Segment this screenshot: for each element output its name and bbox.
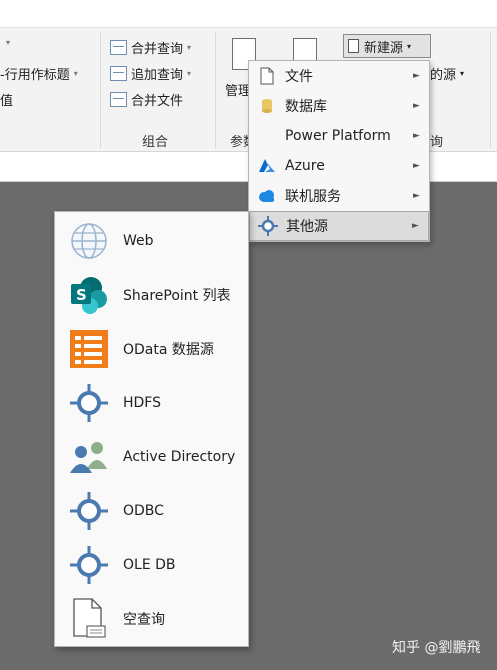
other-sources-menu: Web S SharePoint 列表 OData 数据源 HDFS Activ…	[54, 211, 249, 647]
azure-icon	[249, 151, 285, 181]
chevron-right-icon: ►	[413, 101, 420, 111]
menu-item-database[interactable]: 数据库 ►	[249, 91, 429, 121]
menu-item-label: ODBC	[123, 503, 164, 519]
append-queries-icon	[110, 66, 127, 81]
data-source-settings-icon	[293, 38, 317, 62]
menu-item-label: HDFS	[123, 395, 162, 411]
new-source-menu: 文件 ► 数据库 ► Power Platform ► Azure ► 联机服务…	[248, 60, 430, 242]
menu-item-hdfs[interactable]: HDFS	[55, 376, 248, 430]
menu-item-sharepoint[interactable]: S SharePoint 列表	[55, 268, 248, 322]
menu-item-power-platform[interactable]: Power Platform ►	[249, 121, 429, 151]
menu-item-label: 联机服务	[285, 189, 341, 205]
active-directory-icon	[55, 430, 123, 484]
chevron-right-icon: ►	[413, 71, 420, 81]
chevron-down-icon: ▾	[187, 69, 192, 78]
chevron-right-icon: ►	[413, 161, 420, 171]
menu-item-label: 其他源	[286, 219, 328, 235]
menu-item-web[interactable]: Web	[55, 214, 248, 268]
recent-sources-label: 的源	[430, 68, 457, 83]
combine-group-label: 组合	[142, 135, 169, 150]
menu-item-label: 文件	[285, 69, 313, 85]
menu-item-label: Active Directory	[123, 449, 236, 465]
chevron-down-icon: ▾	[187, 43, 192, 52]
power-platform-icon	[249, 121, 285, 151]
blank-query-icon	[55, 592, 123, 646]
database-icon	[249, 91, 285, 121]
cloud-icon	[249, 181, 285, 211]
ribbon-tab-strip	[0, 0, 497, 28]
menu-item-label: Power Platform	[285, 128, 391, 144]
chevron-right-icon: ►	[413, 191, 420, 201]
sharepoint-icon: S	[55, 268, 123, 322]
oledb-icon	[55, 538, 123, 592]
merge-queries-icon	[110, 40, 127, 55]
menu-item-online-services[interactable]: 联机服务 ►	[249, 181, 429, 211]
replace-values-button[interactable]: 值	[0, 90, 13, 109]
menu-item-label: 数据库	[285, 99, 327, 115]
combine-files-label: 合并文件	[131, 94, 184, 109]
group-separator	[490, 32, 491, 148]
replace-values-label: 值	[0, 94, 14, 109]
chevron-down-icon: ▾	[460, 69, 465, 78]
menu-item-label: 空查询	[123, 612, 165, 628]
append-queries-label: 追加查询	[131, 68, 184, 83]
chevron-down-icon: ▾	[407, 41, 412, 51]
menu-item-odbc[interactable]: ODBC	[55, 484, 248, 538]
use-first-row-as-header-button[interactable]: -行用作标题 ▾	[0, 64, 78, 83]
menu-item-oledb[interactable]: OLE DB	[55, 538, 248, 592]
menu-item-active-directory[interactable]: Active Directory	[55, 430, 248, 484]
menu-item-label: Azure	[285, 158, 325, 174]
recent-sources-button[interactable]: 的源 ▾	[430, 64, 464, 83]
svg-text:S: S	[76, 286, 87, 304]
menu-item-odata[interactable]: OData 数据源	[55, 322, 248, 376]
merge-queries-button[interactable]: 合并查询 ▾	[110, 38, 191, 57]
merge-queries-label: 合并查询	[131, 42, 184, 57]
append-queries-button[interactable]: 追加查询 ▾	[110, 64, 191, 83]
new-source-label: 新建源	[364, 40, 404, 56]
ribbon-left-caret[interactable]: ▾	[2, 38, 10, 47]
odbc-icon	[55, 484, 123, 538]
new-query-group-label: 询	[430, 135, 444, 150]
new-source-button[interactable]: 新建源 ▾	[343, 34, 431, 58]
odata-icon	[55, 322, 123, 376]
menu-item-azure[interactable]: Azure ►	[249, 151, 429, 181]
combine-files-icon	[110, 92, 127, 107]
chevron-right-icon: ►	[413, 131, 420, 141]
combine-files-button[interactable]: 合并文件	[110, 90, 183, 109]
chevron-right-icon: ►	[412, 221, 419, 231]
watermark: 知乎 @劉鵬飛	[392, 640, 481, 656]
globe-icon	[55, 214, 123, 268]
menu-item-label: OData 数据源	[123, 342, 214, 358]
menu-item-label: SharePoint 列表	[123, 288, 231, 304]
other-source-icon	[250, 211, 286, 241]
chevron-down-icon: ▾	[73, 69, 78, 78]
menu-item-label: Web	[123, 233, 154, 249]
group-separator	[100, 32, 101, 148]
group-separator	[215, 32, 216, 148]
menu-item-blank-query[interactable]: 空查询	[55, 592, 248, 646]
menu-item-other-sources[interactable]: 其他源 ►	[249, 211, 429, 241]
menu-item-file[interactable]: 文件 ►	[249, 61, 429, 91]
file-icon	[249, 61, 285, 91]
new-source-icon	[348, 39, 359, 53]
hdfs-icon	[55, 376, 123, 430]
menu-item-label: OLE DB	[123, 557, 176, 573]
use-first-row-as-header-label: -行用作标题	[0, 68, 70, 83]
